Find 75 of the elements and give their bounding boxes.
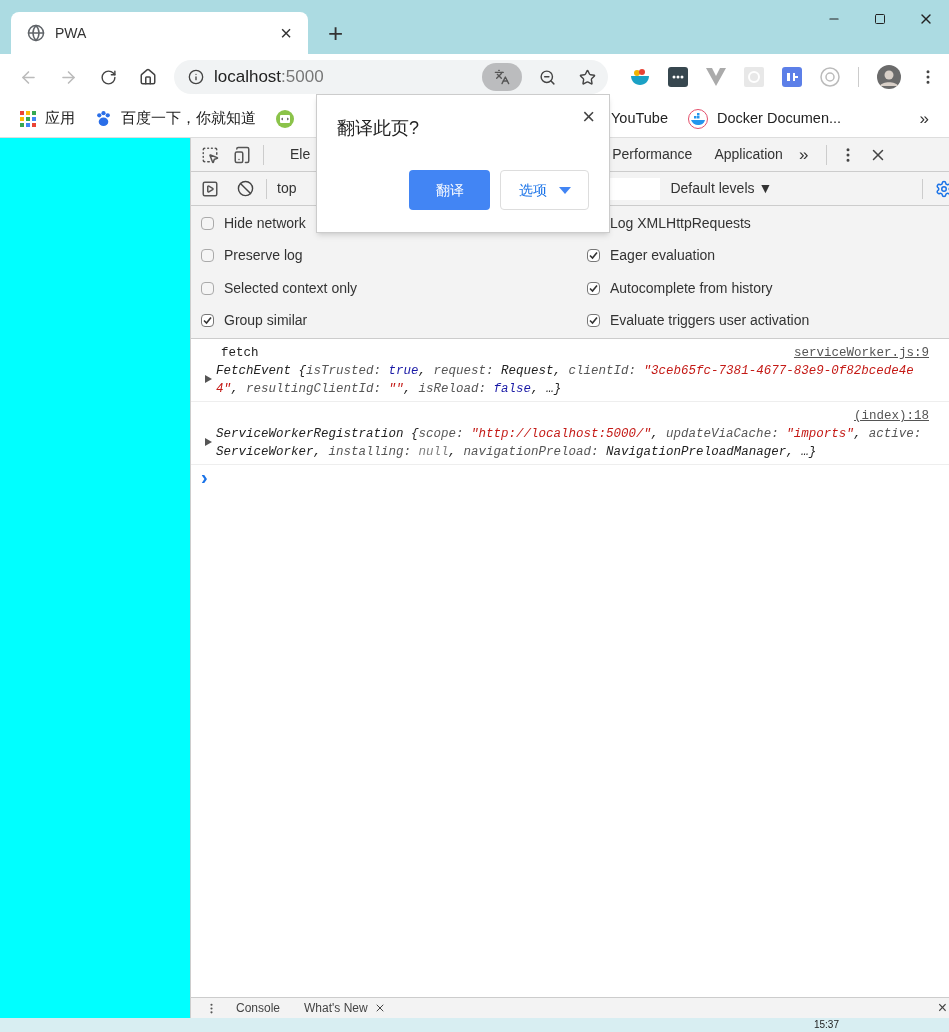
- checkbox[interactable]: [201, 249, 214, 263]
- zoom-out-icon: [538, 68, 556, 86]
- bowl-icon[interactable]: [630, 67, 650, 87]
- settings-icon[interactable]: [935, 179, 949, 198]
- tab-title: PWA: [55, 23, 88, 43]
- more-bookmarks-button[interactable]: »: [919, 105, 929, 132]
- levels-dropdown[interactable]: Default levels ▼: [670, 178, 773, 199]
- log-object[interactable]: FetchEvent {isTrusted: true, request: Request, clientId: "3ceb65fc-7381-4677-83e9-0f82bcede4e4", resultingClientId: "", isReload: false, …}: [216, 362, 929, 398]
- bookmark-item[interactable]: Docker Documen...: [688, 107, 842, 130]
- checkmark-icon: [589, 251, 598, 261]
- new-tab-button[interactable]: +: [328, 20, 344, 46]
- close-popup-button[interactable]: ×: [582, 106, 595, 128]
- checkbox[interactable]: [587, 281, 600, 295]
- options-button[interactable]: 选项: [500, 170, 589, 210]
- devtools-tab[interactable]: Performance: [606, 138, 699, 171]
- bookmark-item[interactable]: YouTube: [611, 107, 668, 130]
- setting-label: Group similar: [224, 311, 308, 331]
- translate-confirm-button[interactable]: 翻译: [409, 170, 490, 210]
- log-object[interactable]: ServiceWorkerRegistration {scope: "http://localhost:5000/", updateViaCache: "imports", active: ServiceWorker, installing: null, navigationPreload: NavigationPreloadManager, …}: [216, 425, 929, 461]
- star-icon: [578, 68, 596, 86]
- checkmark-icon: [589, 283, 598, 293]
- jh-icon[interactable]: [782, 67, 802, 87]
- checkmark-icon: [589, 316, 598, 326]
- clock: 15:37: [813, 1020, 839, 1030]
- devtools-tab[interactable]: Ele: [284, 138, 317, 171]
- clear-console-icon[interactable]: [237, 180, 254, 197]
- checkbox[interactable]: [201, 314, 214, 328]
- url-text: localhost:5000: [214, 66, 325, 89]
- translate-button[interactable]: [482, 63, 522, 91]
- setting-label: Eager evaluation: [610, 246, 716, 266]
- devtools-tab[interactable]: Application: [708, 138, 789, 171]
- checkbox[interactable]: [201, 281, 214, 295]
- source-link[interactable]: (index):18: [854, 407, 929, 425]
- bookmark-item[interactable]: 百度一下，你就知道: [95, 107, 256, 130]
- maximize-icon: [874, 13, 886, 25]
- expand-triangle-icon[interactable]: [205, 375, 212, 383]
- paw-icon: [95, 110, 112, 127]
- source-link[interactable]: serviceWorker.js:9: [793, 344, 929, 362]
- globe-icon: [27, 24, 45, 42]
- checkbox[interactable]: [587, 249, 600, 263]
- more-tabs-button[interactable]: »: [798, 141, 809, 168]
- apps-grid-icon: [20, 110, 36, 127]
- sidebar-toggle-icon[interactable]: [201, 179, 219, 198]
- whale-icon: [688, 108, 708, 129]
- device-toolbar-icon[interactable]: [233, 145, 251, 164]
- translate-icon: [494, 69, 510, 85]
- bookmark-item[interactable]: 应用: [20, 107, 75, 130]
- reload-icon: [99, 68, 117, 86]
- setting-label: Evaluate triggers user activation: [610, 311, 810, 331]
- drawer-tab[interactable]: Console: [236, 999, 281, 1017]
- popup-title: 翻译此页?: [337, 117, 420, 140]
- home-icon: [139, 68, 157, 86]
- setting-label: Selected context only: [224, 278, 358, 298]
- checkbox[interactable]: [587, 314, 600, 328]
- close-tab-button[interactable]: ×: [280, 23, 292, 43]
- checkmark-icon: [203, 316, 212, 326]
- expand-triangle-icon[interactable]: [205, 438, 212, 446]
- setting-label: Autocomplete from history: [610, 278, 773, 298]
- console-prompt[interactable]: ›: [201, 466, 208, 488]
- setting-label: Preserve log: [224, 246, 303, 266]
- drawer-tab[interactable]: What's New: [304, 999, 386, 1017]
- avatar-icon[interactable]: [877, 65, 901, 89]
- dots-icon[interactable]: [668, 67, 688, 87]
- drawer-close-button[interactable]: ×: [937, 1000, 947, 1016]
- log-message: fetch: [221, 345, 259, 362]
- code-icon: [276, 109, 294, 128]
- dropdown-triangle-icon: [558, 186, 571, 194]
- info-icon: [188, 69, 204, 85]
- address-bar[interactable]: localhost:5000: [174, 60, 608, 94]
- browser-tab[interactable]: PWA ×: [11, 12, 308, 54]
- setting-label: Hide network: [224, 213, 306, 233]
- setting-label: Log XMLHttpRequests: [610, 213, 751, 233]
- context-selector[interactable]: top: [277, 178, 297, 199]
- checkbox[interactable]: [201, 216, 214, 230]
- inspect-icon[interactable]: [201, 145, 219, 164]
